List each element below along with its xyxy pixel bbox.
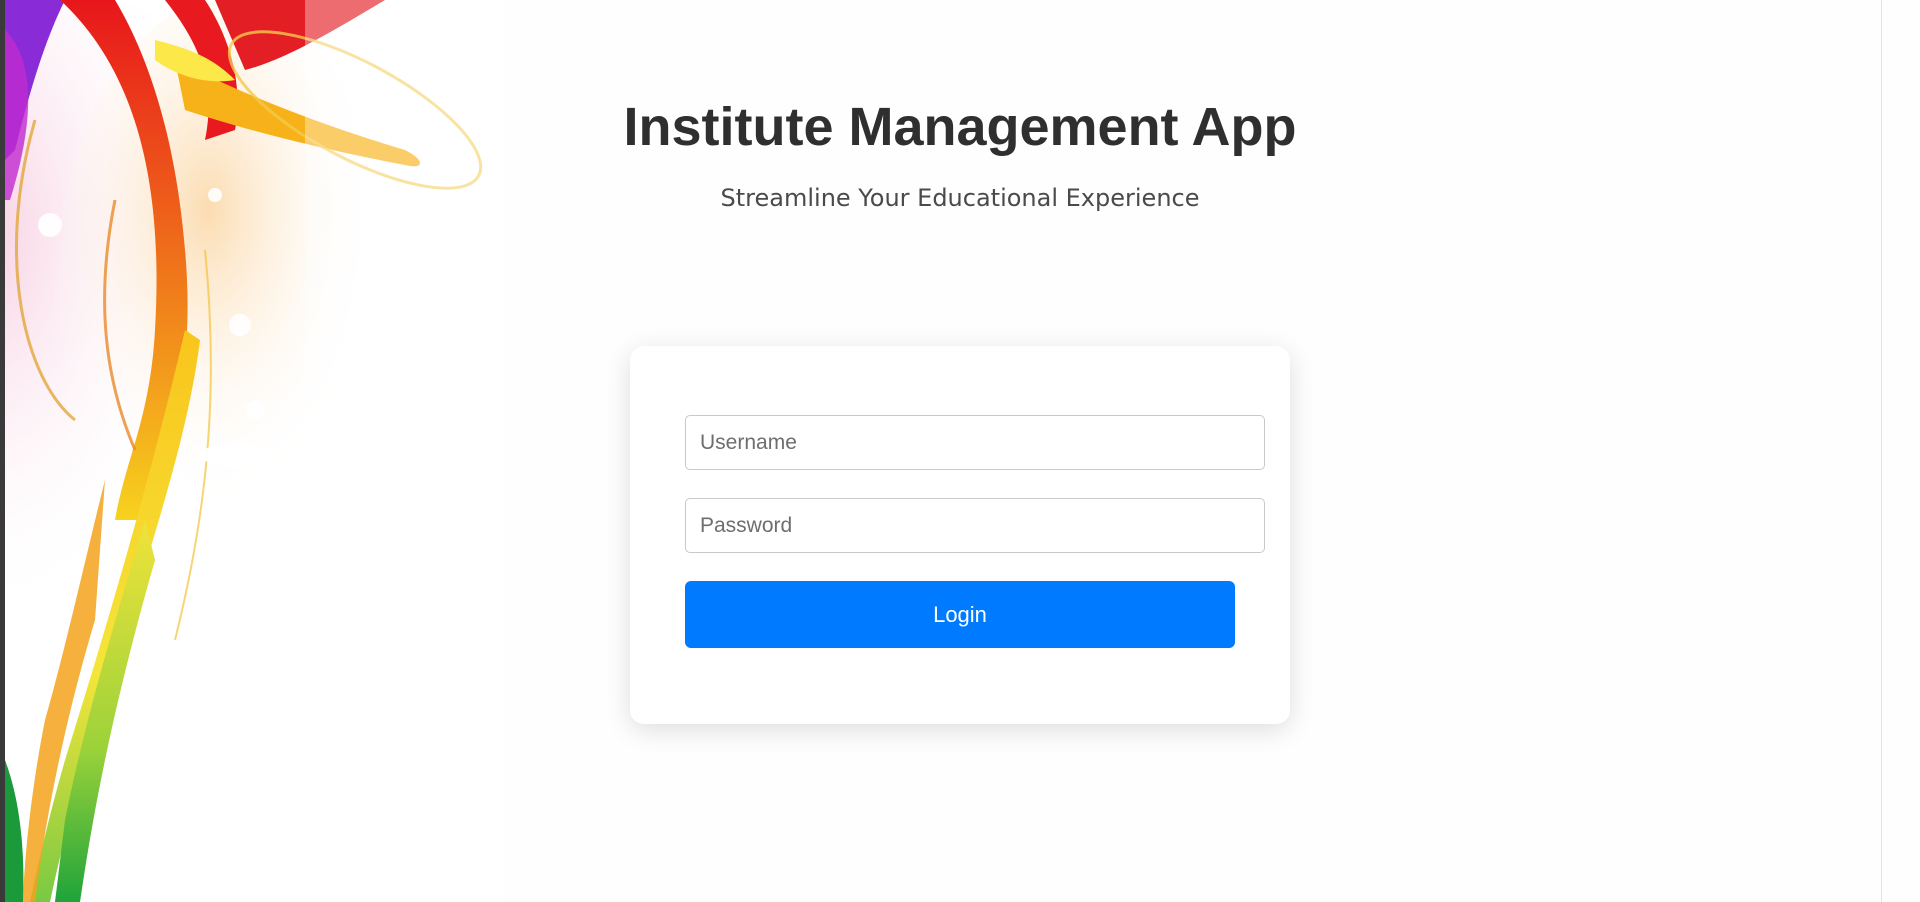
login-button[interactable]: Login <box>685 581 1235 648</box>
app-subtitle: Streamline Your Educational Experience <box>720 184 1200 212</box>
password-input[interactable] <box>685 498 1265 553</box>
username-input[interactable] <box>685 415 1265 470</box>
login-page: Institute Management App Streamline Your… <box>0 0 1920 902</box>
app-title: Institute Management App <box>623 97 1297 157</box>
login-card: Login <box>630 346 1290 724</box>
